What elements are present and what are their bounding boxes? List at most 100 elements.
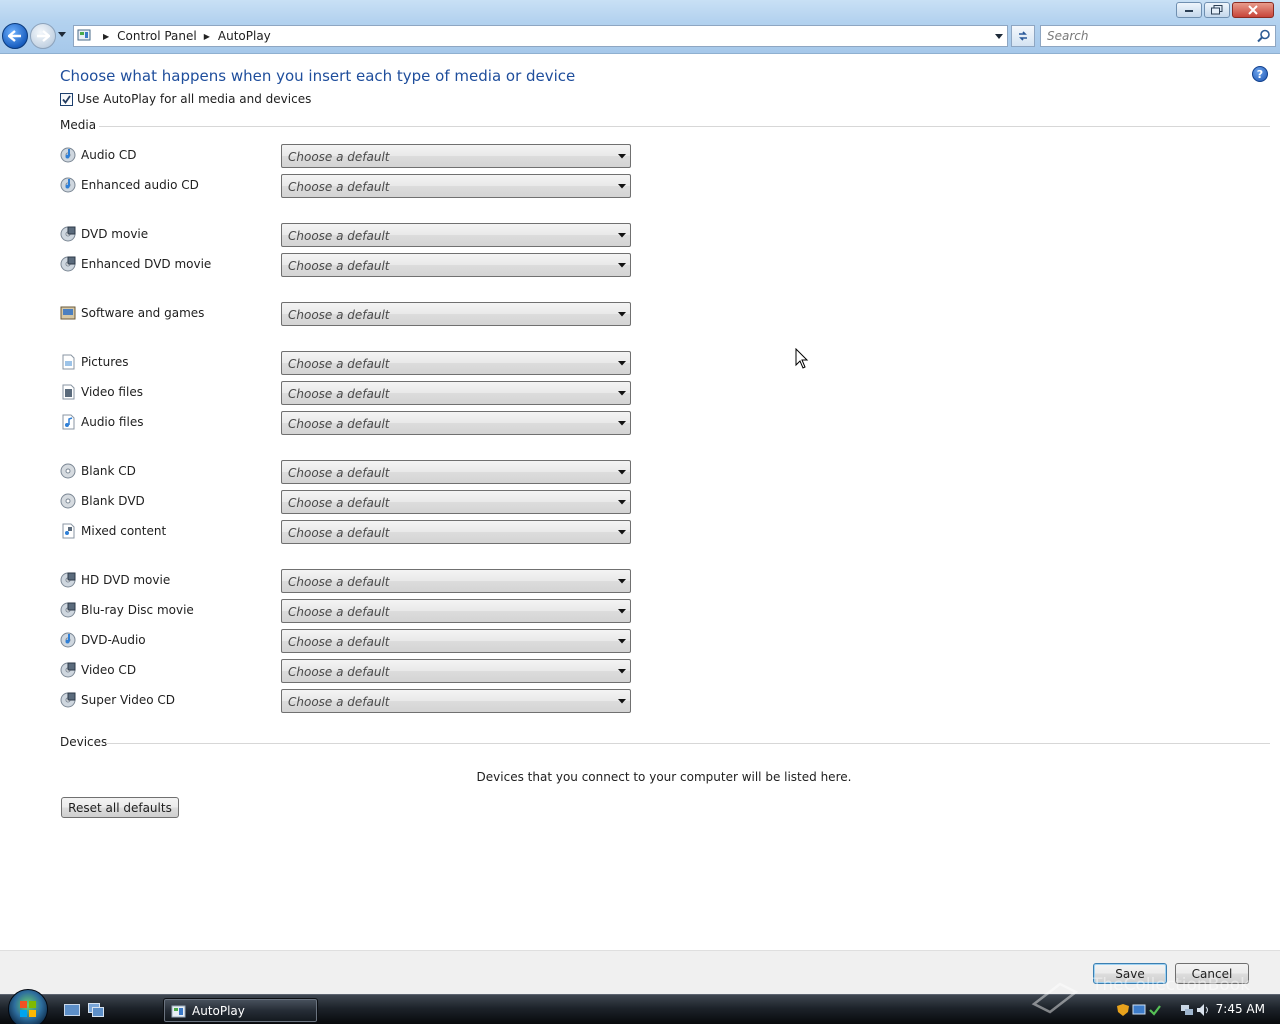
dropdown-selected-value: Choose a default bbox=[288, 387, 390, 401]
breadcrumb-autoplay[interactable]: AutoPlay bbox=[218, 29, 271, 43]
default-action-dropdown[interactable]: Choose a default bbox=[281, 659, 631, 683]
media-row: DVD movie Choose a default bbox=[60, 223, 640, 247]
clock[interactable]: 7:45 AM bbox=[1216, 1002, 1265, 1016]
breadcrumb-control-panel[interactable]: Control Panel bbox=[117, 29, 197, 43]
media-type-label: Blank CD bbox=[81, 464, 136, 478]
default-action-dropdown[interactable]: Choose a default bbox=[281, 520, 631, 544]
chevron-down-icon[interactable] bbox=[618, 391, 626, 396]
dropdown-selected-value: Choose a default bbox=[288, 357, 390, 371]
chevron-down-icon[interactable] bbox=[618, 530, 626, 535]
software-icon bbox=[60, 306, 76, 320]
breadcrumb-arrow-icon[interactable]: ▶ bbox=[204, 32, 210, 41]
address-dropdown-icon[interactable] bbox=[995, 34, 1003, 40]
chevron-down-icon[interactable] bbox=[618, 669, 626, 674]
volume-icon[interactable] bbox=[1196, 1003, 1210, 1017]
chevron-down-icon[interactable] bbox=[618, 263, 626, 268]
default-action-dropdown[interactable]: Choose a default bbox=[281, 490, 631, 514]
refresh-button[interactable] bbox=[1011, 25, 1035, 47]
back-button[interactable] bbox=[2, 23, 28, 49]
chevron-down-icon[interactable] bbox=[618, 609, 626, 614]
chevron-down-icon[interactable] bbox=[618, 312, 626, 317]
default-action-dropdown[interactable]: Choose a default bbox=[281, 174, 631, 198]
picture-file-icon bbox=[62, 354, 75, 370]
devices-section-divider bbox=[106, 743, 1270, 744]
media-section-header: Media bbox=[60, 118, 97, 132]
default-action-dropdown[interactable]: Choose a default bbox=[281, 411, 631, 435]
control-panel-icon bbox=[171, 1005, 186, 1018]
checkmark-icon bbox=[62, 94, 71, 104]
chevron-down-icon[interactable] bbox=[618, 470, 626, 475]
checkbox-box[interactable] bbox=[60, 92, 73, 106]
chevron-down-icon[interactable] bbox=[618, 421, 626, 426]
forward-button[interactable] bbox=[30, 23, 56, 49]
search-icon[interactable] bbox=[1257, 29, 1271, 43]
media-row: Software and games Choose a default bbox=[60, 302, 640, 326]
network-icon[interactable] bbox=[1180, 1003, 1194, 1017]
taskbar: AutoPlay 7:45 AM bbox=[0, 989, 1280, 1024]
default-action-dropdown[interactable]: Choose a default bbox=[281, 460, 631, 484]
dropdown-selected-value: Choose a default bbox=[288, 665, 390, 679]
recent-pages-dropdown-icon[interactable] bbox=[58, 32, 66, 38]
default-action-dropdown[interactable]: Choose a default bbox=[281, 144, 631, 168]
dropdown-selected-value: Choose a default bbox=[288, 417, 390, 431]
chevron-down-icon[interactable] bbox=[618, 699, 626, 704]
close-button[interactable] bbox=[1232, 2, 1274, 18]
chevron-down-icon[interactable] bbox=[618, 579, 626, 584]
refresh-icon bbox=[1019, 31, 1027, 41]
default-action-dropdown[interactable]: Choose a default bbox=[281, 599, 631, 623]
dropdown-selected-value: Choose a default bbox=[288, 466, 390, 480]
system-tray: 7:45 AM bbox=[1110, 995, 1280, 1024]
devices-empty-message: Devices that you connect to your compute… bbox=[476, 770, 852, 784]
reset-all-defaults-button[interactable]: Reset all defaults bbox=[61, 797, 179, 818]
default-action-dropdown[interactable]: Choose a default bbox=[281, 629, 631, 653]
dropdown-selected-value: Choose a default bbox=[288, 526, 390, 540]
show-desktop-icon[interactable] bbox=[64, 1003, 80, 1017]
address-bar[interactable]: ▶ Control Panel ▶ AutoPlay bbox=[73, 25, 1008, 47]
default-action-dropdown[interactable]: Choose a default bbox=[281, 223, 631, 247]
minimize-button[interactable] bbox=[1176, 2, 1202, 18]
help-icon[interactable]: ? bbox=[1252, 66, 1268, 82]
media-type-label: Enhanced DVD movie bbox=[81, 257, 212, 271]
start-button[interactable] bbox=[8, 989, 48, 1024]
media-row: Blu-ray Disc movie Choose a default bbox=[60, 599, 640, 623]
display-icon[interactable] bbox=[1132, 1003, 1146, 1017]
dropdown-selected-value: Choose a default bbox=[288, 635, 390, 649]
media-type-label: Audio CD bbox=[81, 148, 137, 162]
page-title: Choose what happens when you insert each… bbox=[60, 67, 576, 85]
chevron-down-icon[interactable] bbox=[618, 500, 626, 505]
checkmark-tray-icon[interactable] bbox=[1148, 1003, 1162, 1017]
chevron-down-icon[interactable] bbox=[618, 154, 626, 159]
default-action-dropdown[interactable]: Choose a default bbox=[281, 569, 631, 593]
default-action-dropdown[interactable]: Choose a default bbox=[281, 689, 631, 713]
search-input[interactable] bbox=[1041, 26, 1251, 46]
security-shield-icon[interactable] bbox=[1116, 1003, 1130, 1017]
default-action-dropdown[interactable]: Choose a default bbox=[281, 351, 631, 375]
media-row: HD DVD movie Choose a default bbox=[60, 569, 640, 593]
media-row: Super Video CD Choose a default bbox=[60, 689, 640, 713]
chevron-down-icon[interactable] bbox=[618, 639, 626, 644]
dropdown-selected-value: Choose a default bbox=[288, 180, 390, 194]
default-action-dropdown[interactable]: Choose a default bbox=[281, 302, 631, 326]
maximize-button[interactable] bbox=[1204, 2, 1230, 18]
taskbar-item-autoplay[interactable]: AutoPlay bbox=[163, 998, 318, 1023]
media-type-label: Audio files bbox=[81, 415, 144, 429]
chevron-down-icon[interactable] bbox=[618, 361, 626, 366]
default-action-dropdown[interactable]: Choose a default bbox=[281, 253, 631, 277]
video-file-icon bbox=[62, 384, 75, 400]
dropdown-selected-value: Choose a default bbox=[288, 308, 390, 322]
breadcrumb-arrow-icon[interactable]: ▶ bbox=[103, 32, 109, 41]
search-box[interactable] bbox=[1040, 25, 1276, 47]
use-autoplay-checkbox[interactable]: Use AutoPlay for all media and devices bbox=[60, 92, 311, 106]
media-type-label: Video CD bbox=[81, 663, 137, 677]
media-row: Mixed content Choose a default bbox=[60, 520, 640, 544]
media-type-label: Blu-ray Disc movie bbox=[81, 603, 194, 617]
devices-section-header: Devices bbox=[60, 735, 108, 749]
default-action-dropdown[interactable]: Choose a default bbox=[281, 381, 631, 405]
dvd-icon bbox=[60, 692, 76, 708]
use-autoplay-label: Use AutoPlay for all media and devices bbox=[77, 92, 312, 106]
media-type-label: Video files bbox=[81, 385, 143, 399]
switch-windows-icon[interactable] bbox=[88, 1003, 104, 1017]
chevron-down-icon[interactable] bbox=[618, 184, 626, 189]
chevron-down-icon[interactable] bbox=[618, 233, 626, 238]
close-icon bbox=[1248, 5, 1258, 15]
